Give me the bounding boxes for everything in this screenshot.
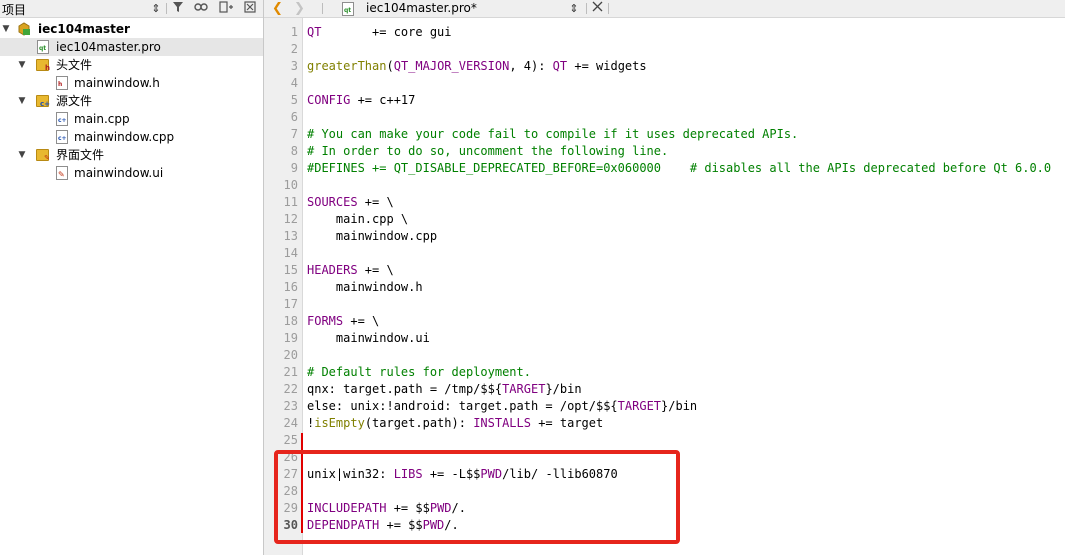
- tree-item-forms-folder[interactable]: ▼ ✎ 界面文件: [0, 146, 263, 164]
- line-number: 13: [283, 229, 298, 243]
- line-number: 19: [283, 331, 298, 345]
- line-number: 21: [283, 365, 298, 379]
- expand-arrow-icon[interactable]: ▼: [17, 146, 27, 164]
- line-number: 3: [290, 59, 298, 73]
- line-number: 10: [283, 178, 298, 192]
- line-number: 9: [290, 161, 298, 175]
- expand-arrow-icon[interactable]: ▼: [17, 92, 27, 110]
- sources-folder-icon: c+: [36, 95, 50, 108]
- line-number: 1: [290, 25, 298, 39]
- tree-item-mainwindow-cpp[interactable]: c+ mainwindow.cpp: [0, 128, 263, 146]
- ui-file-icon: ✎: [56, 166, 68, 180]
- forms-folder-icon: ✎: [36, 149, 50, 162]
- tree-item-label: mainwindow.h: [74, 76, 160, 90]
- code-line-12[interactable]: main.cpp \: [307, 211, 408, 228]
- tree-item-label: 头文件: [56, 58, 93, 72]
- toolbar-divider: [322, 3, 323, 14]
- line-number: 14: [283, 246, 298, 260]
- tree-item-mainwindow-h[interactable]: h mainwindow.h: [0, 74, 263, 92]
- tree-item-mainwindow-ui[interactable]: ✎ mainwindow.ui: [0, 164, 263, 182]
- code-line-13[interactable]: mainwindow.cpp: [307, 228, 437, 245]
- line-number: 8: [290, 144, 298, 158]
- tree-item-label: mainwindow.ui: [74, 166, 164, 180]
- tree-item-pro-file[interactable]: qt iec104master.pro: [0, 38, 263, 56]
- line-number: 20: [283, 348, 298, 362]
- code-line-19[interactable]: mainwindow.ui: [307, 330, 430, 347]
- tree-item-label: 源文件: [56, 94, 93, 108]
- toolbar-divider: [608, 3, 609, 14]
- cpp-file-icon: c+: [56, 112, 68, 126]
- tree-item-project[interactable]: ▼ iec104master: [0, 20, 263, 38]
- qt-project-icon: [17, 22, 30, 36]
- pro-file-icon: qt: [342, 2, 354, 16]
- line-number: 5: [290, 93, 298, 107]
- code-line-1[interactable]: QT += core gui: [307, 24, 452, 41]
- tree-item-main-cpp[interactable]: c+ main.cpp: [0, 110, 263, 128]
- code-line-3[interactable]: greaterThan(QT_MAJOR_VERSION, 4): QT += …: [307, 58, 647, 75]
- code-line-11[interactable]: SOURCES += \: [307, 194, 394, 211]
- line-number: 4: [290, 76, 298, 90]
- code-line-5[interactable]: CONFIG += c++17: [307, 92, 415, 109]
- editor-toolbar: ❮ ❯ qt iec104master.pro* ⇕: [264, 0, 1065, 18]
- header-file-icon: h: [56, 76, 68, 90]
- line-number: 7: [290, 127, 298, 141]
- filter-icon[interactable]: [171, 1, 185, 17]
- code-line-22[interactable]: qnx: target.path = /tmp/$${TARGET}/bin: [307, 381, 582, 398]
- open-file-tab-label[interactable]: iec104master.pro*: [366, 1, 477, 15]
- line-number: 24: [283, 416, 298, 430]
- sort-updown-icon[interactable]: ⇕: [149, 1, 163, 16]
- line-number: 15: [283, 263, 298, 277]
- code-line-15[interactable]: HEADERS += \: [307, 262, 394, 279]
- split-add-icon[interactable]: [219, 1, 233, 17]
- line-number: 17: [283, 297, 298, 311]
- project-pane: 项目 ⇕ ▼ iec104master qt iec104master.pro: [0, 0, 263, 555]
- toolbar-divider: [586, 3, 587, 14]
- link-icon[interactable]: [194, 1, 208, 17]
- code-line-23[interactable]: else: unix:!android: target.path = /opt/…: [307, 398, 697, 415]
- close-file-icon[interactable]: [590, 1, 604, 16]
- tree-item-label: iec104master: [38, 22, 130, 36]
- code-line-8[interactable]: # In order to do so, uncomment the follo…: [307, 143, 668, 160]
- line-number: 25: [283, 433, 298, 447]
- close-icon[interactable]: [243, 1, 257, 17]
- code-line-18[interactable]: FORMS += \: [307, 313, 379, 330]
- code-line-7[interactable]: # You can make your code fail to compile…: [307, 126, 798, 143]
- line-number: 12: [283, 212, 298, 226]
- cpp-file-icon: c+: [56, 130, 68, 144]
- tree-item-label: mainwindow.cpp: [74, 130, 175, 144]
- tree-item-label: iec104master.pro: [56, 40, 161, 54]
- project-pane-title: 项目: [2, 3, 27, 17]
- forward-arrow-icon[interactable]: ❯: [294, 0, 305, 17]
- annotation-highlight-box: [274, 450, 680, 544]
- tree-item-headers-folder[interactable]: ▼ h 头文件: [0, 56, 263, 74]
- line-number: 23: [283, 399, 298, 413]
- code-line-9[interactable]: #DEFINES += QT_DISABLE_DEPRECATED_BEFORE…: [307, 160, 1051, 177]
- code-line-21[interactable]: # Default rules for deployment.: [307, 364, 531, 381]
- tree-item-sources-folder[interactable]: ▼ c+ 源文件: [0, 92, 263, 110]
- line-number: 2: [290, 42, 298, 56]
- line-number: 11: [283, 195, 298, 209]
- line-number: 18: [283, 314, 298, 328]
- tree-item-label: main.cpp: [74, 112, 130, 126]
- headers-folder-icon: h: [36, 59, 50, 72]
- toolbar-divider: [166, 3, 167, 14]
- back-arrow-icon[interactable]: ❮: [272, 0, 283, 17]
- project-pane-toolbar: 项目 ⇕: [0, 0, 263, 18]
- tree-item-label: 界面文件: [56, 148, 105, 162]
- code-line-16[interactable]: mainwindow.h: [307, 279, 423, 296]
- line-number: 6: [290, 110, 298, 124]
- pro-file-icon: qt: [37, 40, 49, 54]
- expand-arrow-icon[interactable]: ▼: [1, 20, 11, 38]
- line-number: 22: [283, 382, 298, 396]
- code-line-24[interactable]: !isEmpty(target.path): INSTALLS += targe…: [307, 415, 603, 432]
- line-number: 16: [283, 280, 298, 294]
- expand-arrow-icon[interactable]: ▼: [17, 56, 27, 74]
- file-list-dropdown-icon[interactable]: ⇕: [567, 1, 581, 16]
